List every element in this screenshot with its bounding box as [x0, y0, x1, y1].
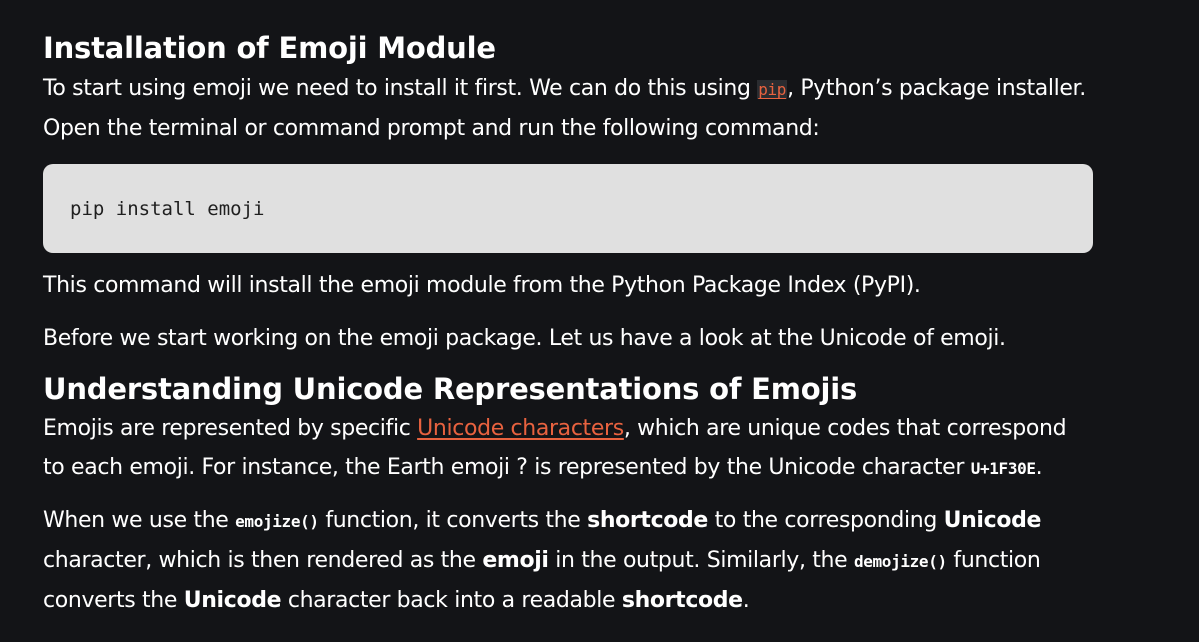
unicode-characters-link[interactable]: Unicode characters: [417, 416, 624, 441]
text-segment: Emojis are represented by specific: [43, 416, 418, 441]
inline-code-unicode: U+1F30E: [970, 459, 1036, 478]
pip-link[interactable]: pip: [757, 80, 788, 99]
text-segment: When we use the: [43, 508, 236, 533]
text-segment: character, which is then rendered as the: [43, 548, 483, 573]
paragraph-unicode-intro: Emojis are represented by specific Unico…: [43, 409, 1093, 488]
bold-shortcode: shortcode: [587, 508, 709, 533]
paragraph-command-info: This command will install the emoji modu…: [43, 273, 921, 298]
paragraph-emojize-explanation: When we use the emojize() function, it c…: [43, 501, 1093, 620]
paragraph-before-start: Before we start working on the emoji pac…: [43, 326, 1006, 351]
bold-unicode: Unicode: [183, 588, 282, 613]
inline-code-demojize: demojize(): [853, 552, 947, 571]
text-segment: function, it converts the: [318, 508, 588, 533]
text-segment: to the corresponding: [708, 508, 944, 533]
install-command[interactable]: pip install emoji: [70, 198, 264, 220]
article-content: Installation of Emoji Module To start us…: [43, 0, 1093, 620]
bold-unicode: Unicode: [943, 508, 1042, 533]
text-segment: .: [742, 588, 750, 613]
bold-shortcode: shortcode: [621, 588, 743, 613]
text-segment: To start using emoji we need to install …: [43, 76, 758, 101]
code-block[interactable]: pip install emoji: [43, 164, 1093, 253]
text-segment: character back into a readable: [281, 588, 622, 613]
text-segment: .: [1035, 455, 1043, 480]
inline-code-emojize: emojize(): [235, 512, 319, 531]
bold-emoji: emoji: [482, 548, 549, 573]
paragraph-install-intro: To start using emoji we need to install …: [43, 69, 1093, 148]
text-segment: in the output. Similarly, the: [548, 548, 854, 573]
heading-installation: Installation of Emoji Module: [43, 31, 496, 65]
heading-unicode: Understanding Unicode Representations of…: [43, 372, 858, 406]
